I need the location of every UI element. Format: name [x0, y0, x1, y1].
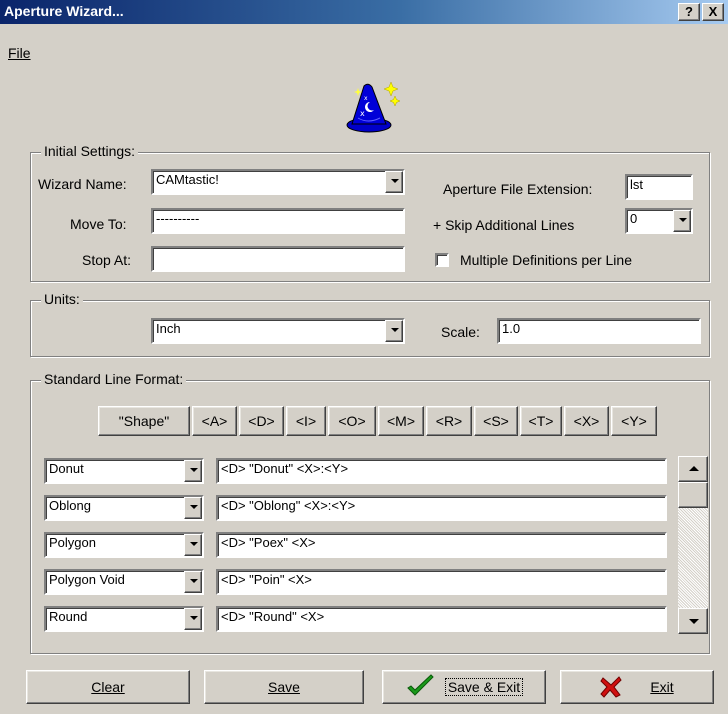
token-a-button[interactable]: <A>	[192, 406, 237, 436]
shape-combo[interactable]: Polygon	[44, 532, 204, 558]
help-button[interactable]: ?	[678, 3, 700, 21]
token-shape-button[interactable]: "Shape"	[98, 406, 190, 436]
shape-value: Oblong	[49, 498, 91, 513]
format-input[interactable]: <D> "Donut" <X>:<Y>	[216, 458, 667, 484]
token-x-button[interactable]: <X>	[564, 406, 609, 436]
scroll-down-arrow-icon[interactable]	[678, 608, 708, 634]
shape-combo[interactable]: Polygon Void	[44, 569, 204, 595]
token-s-button[interactable]: <S>	[474, 406, 518, 436]
skip-lines-label: + Skip Additional Lines	[433, 217, 575, 233]
scrollbar-thumb[interactable]	[678, 482, 708, 508]
menu-file-label: File	[8, 45, 31, 61]
token-i-button[interactable]: <I>	[286, 406, 326, 436]
shape-value: Round	[49, 609, 88, 624]
clear-button-label: Clear	[91, 679, 125, 695]
chevron-down-icon[interactable]	[673, 210, 691, 232]
token-r-button[interactable]: <R>	[426, 406, 472, 436]
initial-settings-label: Initial Settings:	[41, 143, 139, 159]
aperture-ext-label: Aperture File Extension:	[443, 181, 593, 197]
save-button-label: Save	[268, 679, 300, 695]
token-d-button[interactable]: <D>	[239, 406, 284, 436]
multiple-defs-label[interactable]: Multiple Definitions per Line	[460, 252, 632, 268]
format-input[interactable]: <D> "Oblong" <X>:<Y>	[216, 495, 667, 521]
save-exit-button-label: Save & Exit	[444, 678, 524, 696]
save-exit-button[interactable]: Save & Exit	[382, 670, 546, 704]
shape-value: Polygon	[49, 535, 96, 550]
format-input[interactable]: <D> "Poin" <X>	[216, 569, 667, 595]
units-combo[interactable]: Inch	[151, 318, 405, 344]
chevron-down-icon[interactable]	[184, 571, 202, 593]
menu-file[interactable]: File	[8, 45, 31, 61]
aperture-ext-input[interactable]: lst	[625, 174, 693, 200]
scale-label: Scale:	[441, 324, 480, 340]
chevron-down-icon[interactable]	[385, 171, 403, 193]
shape-combo[interactable]: Donut	[44, 458, 204, 484]
wizard-name-value: CAMtastic!	[156, 172, 219, 187]
close-button[interactable]: X	[702, 3, 724, 21]
svg-text:x: x	[360, 109, 365, 118]
shape-combo[interactable]: Oblong	[44, 495, 204, 521]
chevron-down-icon[interactable]	[184, 534, 202, 556]
wizard-name-label: Wizard Name:	[38, 176, 127, 192]
title-bar: Aperture Wizard... ? X	[0, 0, 728, 24]
chevron-down-icon[interactable]	[184, 608, 202, 630]
token-o-button[interactable]: <O>	[328, 406, 376, 436]
shape-value: Polygon Void	[49, 572, 125, 587]
stop-at-input[interactable]	[151, 246, 405, 272]
chevron-down-icon[interactable]	[385, 320, 403, 342]
clear-button[interactable]: Clear	[26, 670, 190, 704]
skip-lines-value: 0	[630, 211, 638, 226]
scroll-up-arrow-icon[interactable]	[678, 456, 708, 482]
units-value: Inch	[156, 321, 181, 336]
chevron-down-icon[interactable]	[184, 460, 202, 482]
exit-button-label: Exit	[650, 679, 674, 695]
wizard-name-combo[interactable]: CAMtastic!	[151, 169, 405, 195]
format-input[interactable]: <D> "Poex" <X>	[216, 532, 667, 558]
save-button[interactable]: Save	[204, 670, 364, 704]
token-m-button[interactable]: <M>	[378, 406, 424, 436]
shape-value: Donut	[49, 461, 84, 476]
exit-button[interactable]: Exit	[560, 670, 714, 704]
line-format-label: Standard Line Format:	[41, 371, 187, 387]
chevron-down-icon[interactable]	[184, 497, 202, 519]
units-label: Units:	[41, 291, 83, 307]
wizard-hat-icon: x x	[346, 81, 401, 133]
multiple-defs-checkbox[interactable]	[435, 253, 449, 267]
token-t-button[interactable]: <T>	[520, 406, 562, 436]
token-y-button[interactable]: <Y>	[611, 406, 657, 436]
shape-combo[interactable]: Round	[44, 606, 204, 632]
format-input[interactable]: <D> "Round" <X>	[216, 606, 667, 632]
move-to-input[interactable]: ----------	[151, 208, 405, 234]
window-title: Aperture Wizard...	[4, 3, 124, 19]
stop-at-label: Stop At:	[82, 252, 132, 268]
check-icon	[407, 674, 434, 696]
skip-lines-combo[interactable]: 0	[625, 208, 693, 234]
move-to-label: Move To:	[70, 216, 127, 232]
red-x-icon	[600, 676, 622, 698]
scale-input[interactable]: 1.0	[497, 318, 701, 344]
svg-text:x: x	[364, 95, 368, 102]
